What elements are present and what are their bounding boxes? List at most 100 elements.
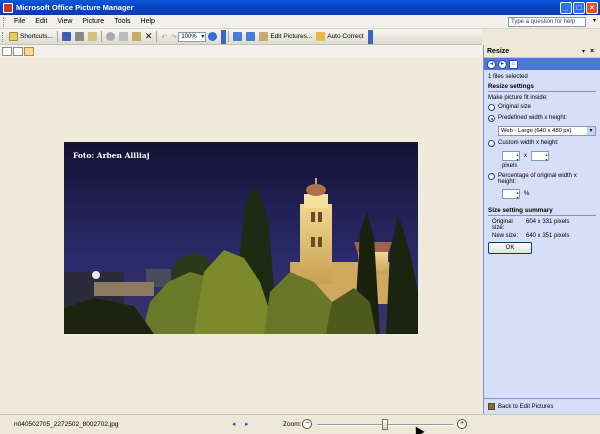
percentage-option[interactable]: Percentage of original width x height: bbox=[488, 173, 596, 185]
percentage-radio[interactable] bbox=[488, 173, 495, 180]
predefined-size-option[interactable]: Predefined width x height: bbox=[488, 115, 596, 122]
help-dropdown-icon[interactable]: ▾ bbox=[593, 17, 596, 24]
delete-icon: ✕ bbox=[144, 31, 153, 41]
next-picture-icon[interactable]: ▸ bbox=[245, 420, 249, 428]
toolbar-overflow-icon[interactable] bbox=[221, 29, 227, 44]
email-icon bbox=[87, 32, 97, 41]
menu-grip[interactable] bbox=[3, 16, 6, 27]
menu-tools[interactable]: Tools bbox=[109, 18, 135, 25]
email-button[interactable] bbox=[86, 31, 99, 43]
rotate-left-icon bbox=[233, 32, 243, 41]
delete-button[interactable]: ✕ bbox=[143, 31, 155, 43]
menu-file[interactable]: File bbox=[9, 18, 30, 25]
fit-inside-label: Make picture fit inside: bbox=[488, 95, 548, 101]
custom-height-spinner[interactable] bbox=[531, 151, 549, 162]
forward-arrow-icon[interactable]: ▸ bbox=[498, 59, 507, 69]
task-pane-menu-icon[interactable]: ▾ bbox=[582, 48, 590, 55]
toolbar-overflow-icon[interactable] bbox=[367, 29, 373, 44]
zoom-in-icon[interactable]: + bbox=[457, 419, 467, 429]
original-size-option[interactable]: Original size bbox=[488, 104, 596, 111]
menu-edit[interactable]: Edit bbox=[30, 18, 52, 25]
auto-correct-icon bbox=[316, 32, 326, 41]
menu-picture[interactable]: Picture bbox=[77, 18, 109, 25]
shortcuts-button[interactable]: Shortcuts... bbox=[7, 31, 55, 43]
picture-manager-app-icon[interactable] bbox=[3, 2, 13, 13]
edit-pictures-button[interactable]: Edit Pictures... bbox=[257, 31, 314, 43]
thumbnail-view-button[interactable] bbox=[2, 46, 12, 56]
redo-icon: ↷ bbox=[170, 33, 177, 41]
rotate-right-icon bbox=[246, 32, 256, 41]
toolbar-separator bbox=[100, 31, 102, 42]
rotate-right-button[interactable] bbox=[244, 31, 257, 43]
original-size-label: Original size bbox=[498, 104, 532, 110]
maximize-button[interactable]: □ bbox=[573, 1, 585, 14]
task-pane-title: Resize bbox=[487, 47, 510, 55]
zoom-out-icon[interactable]: − bbox=[302, 419, 312, 429]
original-size-value: 604 x 331 pixels bbox=[526, 219, 570, 225]
redo-button[interactable]: ↷ bbox=[169, 31, 178, 43]
status-bar: n040502705_2272502_8002702.jpg ◂ ▸ Zoom:… bbox=[0, 414, 600, 434]
photo-church-night: Foto: Arben Allliaj bbox=[64, 142, 418, 334]
save-button[interactable] bbox=[60, 31, 73, 43]
paste-button[interactable] bbox=[130, 31, 143, 43]
cut-icon bbox=[105, 32, 115, 41]
print-button[interactable] bbox=[73, 31, 86, 43]
edit-pictures-label: Edit Pictures... bbox=[270, 33, 313, 40]
task-pane-nav: ◂ ▸ ⌂ bbox=[484, 58, 600, 70]
zoom-select[interactable]: 100% bbox=[178, 31, 207, 42]
print-icon bbox=[74, 32, 84, 41]
files-selected-text: 1 files selected bbox=[488, 74, 528, 80]
zoom-slider-thumb[interactable] bbox=[382, 419, 388, 430]
new-size-value: 640 x 351 pixels bbox=[526, 233, 570, 239]
minimize-button[interactable]: _ bbox=[560, 1, 572, 14]
photo-caption: Foto: Arben Allliaj bbox=[73, 151, 150, 160]
toolbar-separator bbox=[228, 31, 230, 42]
pixels-label: pixels bbox=[502, 163, 518, 169]
ok-button[interactable]: OK bbox=[488, 242, 532, 254]
save-icon bbox=[61, 32, 71, 41]
undo-icon: ↶ bbox=[161, 33, 167, 41]
zoom-help-button[interactable] bbox=[206, 31, 219, 43]
custom-width-spinner[interactable] bbox=[502, 151, 520, 162]
edit-pictures-small-icon bbox=[488, 403, 495, 410]
shortcuts-label: Shortcuts... bbox=[20, 33, 53, 40]
single-picture-view-button[interactable] bbox=[24, 46, 34, 56]
cut-button[interactable] bbox=[104, 31, 117, 43]
filmstrip-view-button[interactable] bbox=[13, 46, 23, 56]
custom-size-option[interactable]: Custom width x height: bbox=[488, 140, 596, 147]
custom-size-radio[interactable] bbox=[488, 140, 495, 147]
resize-settings-heading: Resize settings bbox=[488, 83, 596, 92]
task-pane-header: Resize ▾ × bbox=[484, 45, 600, 58]
original-size-radio[interactable] bbox=[488, 104, 495, 111]
task-pane-close-icon[interactable]: × bbox=[590, 48, 600, 55]
previous-picture-icon[interactable]: ◂ bbox=[232, 420, 236, 428]
undo-button[interactable]: ↶ bbox=[159, 31, 168, 43]
toolbar-separator bbox=[56, 31, 58, 42]
rotate-left-button[interactable] bbox=[231, 31, 244, 43]
menu-view[interactable]: View bbox=[52, 18, 77, 25]
zoom-label: Zoom: bbox=[283, 421, 302, 428]
back-arrow-icon[interactable]: ◂ bbox=[487, 59, 496, 69]
copy-button[interactable] bbox=[117, 31, 130, 43]
custom-size-inputs: x bbox=[502, 151, 596, 162]
size-summary-heading: Size setting summary bbox=[488, 207, 596, 216]
close-button[interactable]: × bbox=[586, 1, 598, 14]
percentage-spinner[interactable] bbox=[502, 189, 520, 200]
percentage-label: Percentage of original width x height: bbox=[498, 173, 577, 185]
back-to-edit-pictures-link[interactable]: Back to Edit Pictures bbox=[484, 398, 600, 414]
task-pane-body: 1 files selected Resize settings Make pi… bbox=[484, 70, 600, 254]
percent-sign: % bbox=[524, 191, 530, 197]
edit-pictures-icon bbox=[259, 32, 269, 41]
help-search-input[interactable]: Type a question for help bbox=[508, 17, 586, 27]
picture-canvas: Foto: Arben Allliaj bbox=[0, 57, 482, 414]
predefined-size-radio[interactable] bbox=[488, 115, 495, 122]
auto-correct-button[interactable]: Auto Correct bbox=[314, 31, 366, 43]
home-icon[interactable]: ⌂ bbox=[509, 59, 518, 69]
window-title: Microsoft Office Picture Manager bbox=[16, 3, 134, 12]
menu-help[interactable]: Help bbox=[136, 18, 160, 25]
menu-bar: File Edit View Picture Tools Help Type a… bbox=[0, 15, 600, 29]
custom-x-separator: x bbox=[524, 153, 527, 159]
toolbar-grip[interactable] bbox=[2, 31, 5, 42]
title-bar: Microsoft Office Picture Manager _ □ × bbox=[0, 0, 600, 15]
predefined-size-dropdown[interactable]: Web - Large (640 x 480 px) bbox=[498, 126, 596, 136]
